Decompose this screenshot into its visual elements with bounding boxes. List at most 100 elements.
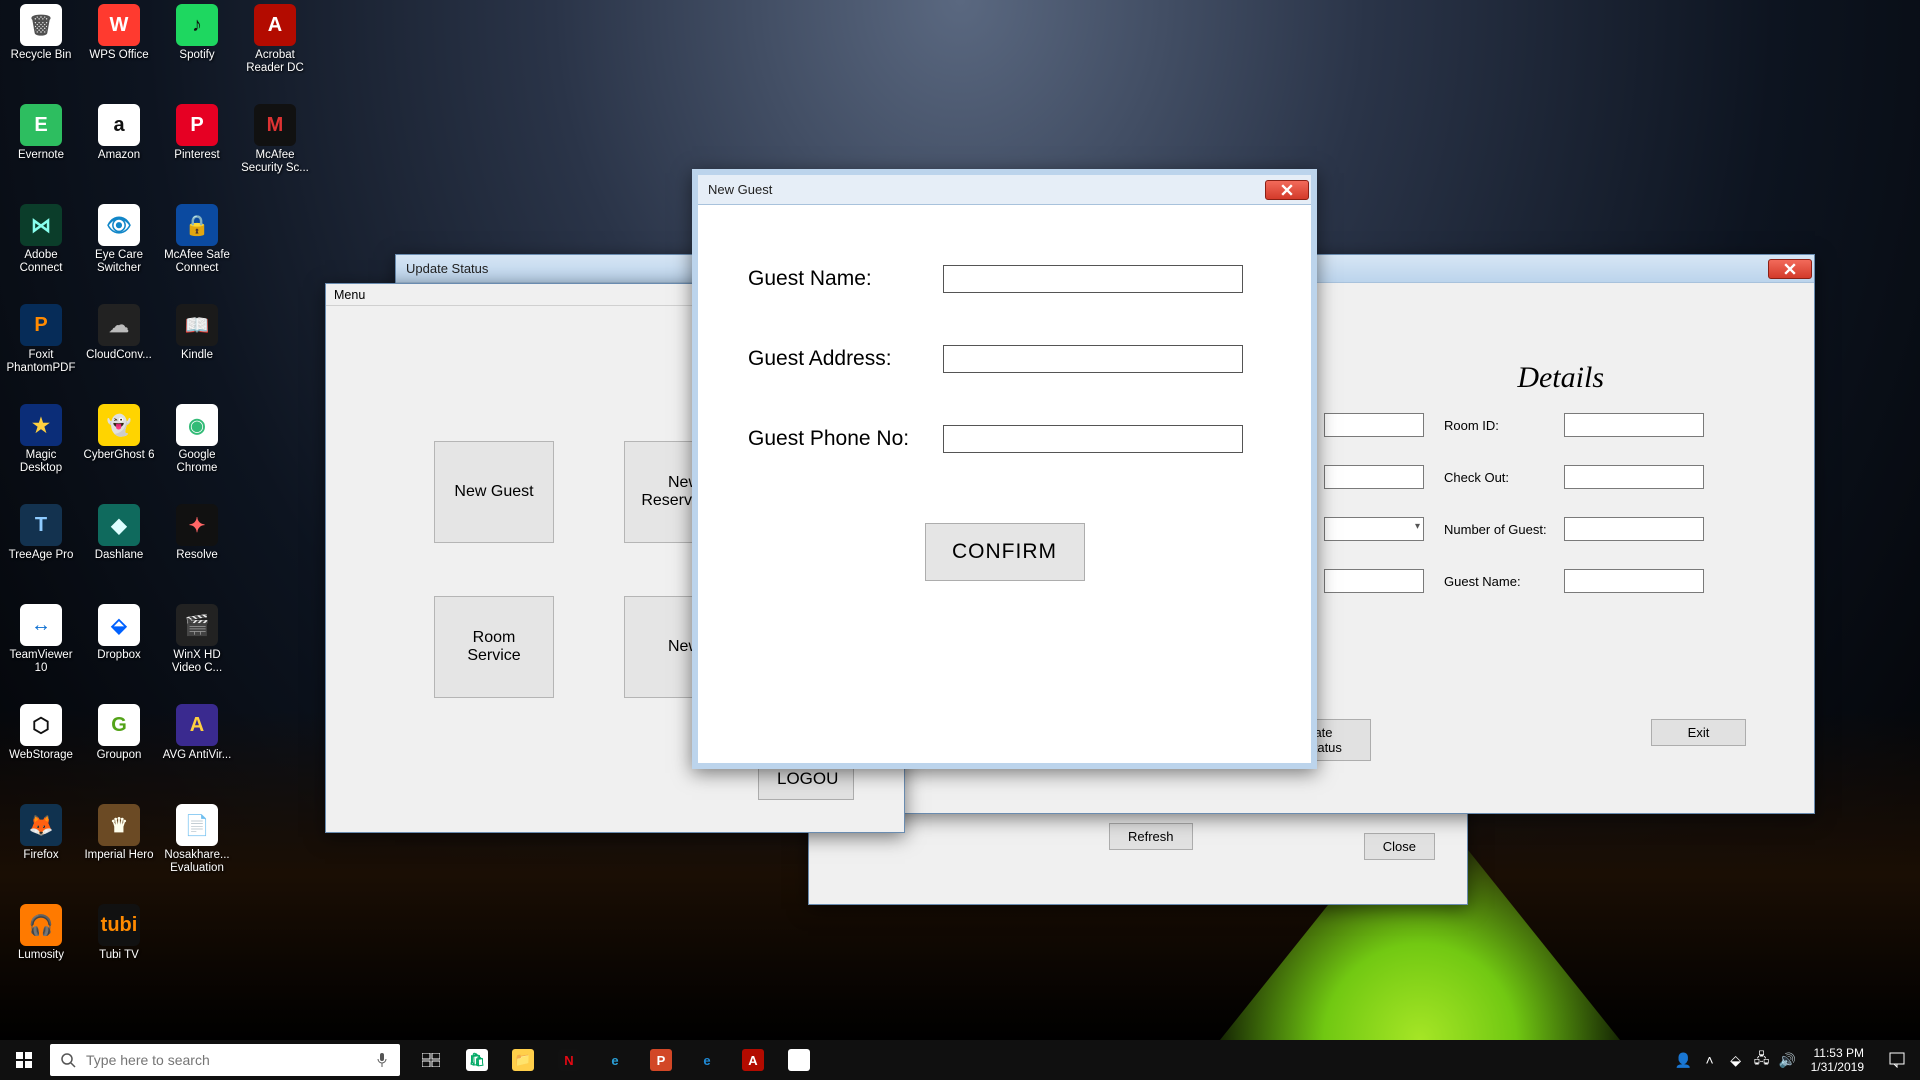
desktop-icon-label: Tubi TV xyxy=(99,949,139,962)
label-guest-name: Guest Name: xyxy=(1444,574,1564,589)
network-icon[interactable]: 🖧 xyxy=(1749,1040,1775,1080)
label-guest-address: Guest Address: xyxy=(748,347,943,371)
desktop-icon[interactable]: ☁CloudConv... xyxy=(81,304,157,380)
desktop-icon-label: Imperial Hero xyxy=(84,849,153,862)
system-tray: 👤 ˄ ⬙ 🖧 🔊 11:53 PM 1/31/2019 xyxy=(1671,1040,1920,1080)
desktop-icon[interactable]: 📄Nosakhare... Evaluation xyxy=(159,804,235,880)
desktop-icon[interactable]: 🔒McAfee Safe Connect xyxy=(159,204,235,280)
desktop-icon[interactable]: AAVG AntiVir... xyxy=(159,704,235,780)
app-icon: 🗑 xyxy=(20,4,62,46)
input-room-id[interactable] xyxy=(1564,413,1704,437)
menu-item[interactable]: Menu xyxy=(334,288,365,302)
start-button[interactable] xyxy=(0,1040,48,1080)
label-check-out: Check Out: xyxy=(1444,470,1564,485)
desktop-icon[interactable]: AAcrobat Reader DC xyxy=(237,4,313,80)
left-field-3-combo[interactable] xyxy=(1324,517,1424,541)
confirm-button[interactable]: CONFIRM xyxy=(925,523,1085,581)
search-input[interactable] xyxy=(86,1052,374,1068)
close-icon[interactable] xyxy=(1768,259,1812,279)
desktop-icon[interactable]: tubiTubi TV xyxy=(81,904,157,980)
desktop-icon-label: McAfee Safe Connect xyxy=(160,249,234,274)
taskbar-app-netflix[interactable]: N xyxy=(546,1040,592,1080)
desktop-icon-label: Dashlane xyxy=(95,549,144,562)
app-icon: ◉ xyxy=(176,404,218,446)
desktop-icon[interactable]: ★Magic Desktop xyxy=(3,404,79,480)
desktop-icon[interactable]: ⋈Adobe Connect xyxy=(3,204,79,280)
action-center-icon[interactable] xyxy=(1874,1040,1920,1080)
desktop-icon[interactable]: 🎧Lumosity xyxy=(3,904,79,980)
desktop-icon-label: Groupon xyxy=(97,749,142,762)
desktop-icon[interactable]: PPinterest xyxy=(159,104,235,180)
taskbar-app-ie[interactable]: e xyxy=(592,1040,638,1080)
desktop-icon-label: McAfee Security Sc... xyxy=(238,149,312,174)
window-new-guest: New Guest Guest Name: Guest Address: Gue… xyxy=(692,169,1317,769)
close-icon[interactable] xyxy=(1265,180,1309,200)
desktop-icon[interactable]: ↔TeamViewer 10 xyxy=(3,604,79,680)
input-num-guest[interactable] xyxy=(1564,517,1704,541)
label-guest-phone: Guest Phone No: xyxy=(748,427,943,451)
task-view-icon[interactable] xyxy=(408,1040,454,1080)
taskbar-app-edge[interactable]: e xyxy=(684,1040,730,1080)
label-guest-name: Guest Name: xyxy=(748,267,943,291)
dropbox-tray-icon[interactable]: ⬙ xyxy=(1723,1040,1749,1080)
desktop-icon[interactable]: ◆ Dashlane xyxy=(81,504,157,580)
app-icon: ♪ xyxy=(176,4,218,46)
exit-button[interactable]: Exit xyxy=(1651,719,1746,746)
desktop-icon-label: WebStorage xyxy=(9,749,73,762)
desktop-icon[interactable]: G Groupon xyxy=(81,704,157,780)
desktop-icon[interactable]: ⬡WebStorage xyxy=(3,704,79,780)
refresh-button[interactable]: Refresh xyxy=(1109,823,1193,850)
input-guest-phone[interactable] xyxy=(943,425,1243,453)
chevron-down-icon[interactable]: ▾ xyxy=(1415,521,1420,532)
taskbar-app-acrobat[interactable]: A xyxy=(730,1040,776,1080)
app-icon: G xyxy=(98,704,140,746)
desktop-icon[interactable]: EEvernote xyxy=(3,104,79,180)
left-field-1[interactable] xyxy=(1324,413,1424,437)
app-icon: ♛ xyxy=(98,804,140,846)
mic-icon[interactable] xyxy=(374,1052,390,1068)
volume-icon[interactable]: 🔊 xyxy=(1775,1040,1801,1080)
people-icon[interactable]: 👤 xyxy=(1671,1040,1697,1080)
taskbar-app-chrome[interactable]: ◉ xyxy=(776,1040,822,1080)
desktop-icon[interactable]: ♪Spotify xyxy=(159,4,235,80)
titlebar-new-guest[interactable]: New Guest xyxy=(698,175,1311,205)
desktop-icon[interactable]: PFoxit PhantomPDF xyxy=(3,304,79,380)
label-room-id: Room ID: xyxy=(1444,418,1564,433)
desktop-icon[interactable]: 👻CyberGhost 6 xyxy=(81,404,157,480)
left-field-2[interactable] xyxy=(1324,465,1424,489)
search-box[interactable] xyxy=(50,1044,400,1076)
desktop-icon-label: Pinterest xyxy=(174,149,219,162)
desktop-icon[interactable]: ✦Resolve xyxy=(159,504,235,580)
input-check-out[interactable] xyxy=(1564,465,1704,489)
desktop-icon[interactable]: 🗑Recycle Bin xyxy=(3,4,79,80)
taskbar-app-store[interactable]: 🛍 xyxy=(454,1040,500,1080)
taskbar-app-powerpoint[interactable]: P xyxy=(638,1040,684,1080)
desktop-icon[interactable]: WWPS Office xyxy=(81,4,157,80)
input-guest-name[interactable] xyxy=(943,265,1243,293)
input-guest-name[interactable] xyxy=(1564,569,1704,593)
new-guest-button[interactable]: New Guest xyxy=(434,441,554,543)
desktop-icon[interactable]: 🎬WinX HD Video C... xyxy=(159,604,235,680)
app-icon: ⋈ xyxy=(20,204,62,246)
desktop-icon[interactable]: 👁Eye Care Switcher xyxy=(81,204,157,280)
app-icon: 🎬 xyxy=(176,604,218,646)
desktop-icon[interactable]: 📖Kindle xyxy=(159,304,235,380)
left-field-4[interactable] xyxy=(1324,569,1424,593)
app-icon: 📄 xyxy=(176,804,218,846)
room-service-button[interactable]: Room Service xyxy=(434,596,554,698)
desktop-icon[interactable]: MMcAfee Security Sc... xyxy=(237,104,313,180)
desktop-icon[interactable]: 🦊Firefox xyxy=(3,804,79,880)
desktop-icon-label: Firefox xyxy=(23,849,58,862)
desktop-icon[interactable]: ◉Google Chrome xyxy=(159,404,235,480)
taskbar-app-explorer[interactable]: 📁 xyxy=(500,1040,546,1080)
desktop-icon[interactable]: TTreeAge Pro xyxy=(3,504,79,580)
app-icon: ◆ xyxy=(98,504,140,546)
clock-time: 11:53 PM xyxy=(1811,1046,1864,1060)
desktop-icon[interactable]: ♛ Imperial Hero xyxy=(81,804,157,880)
clock[interactable]: 11:53 PM 1/31/2019 xyxy=(1801,1046,1874,1075)
desktop-icon[interactable]: aAmazon xyxy=(81,104,157,180)
tray-chevron-icon[interactable]: ˄ xyxy=(1697,1040,1723,1080)
input-guest-address[interactable] xyxy=(943,345,1243,373)
close-button[interactable]: Close xyxy=(1364,833,1435,860)
desktop-icon[interactable]: ⬙Dropbox xyxy=(81,604,157,680)
